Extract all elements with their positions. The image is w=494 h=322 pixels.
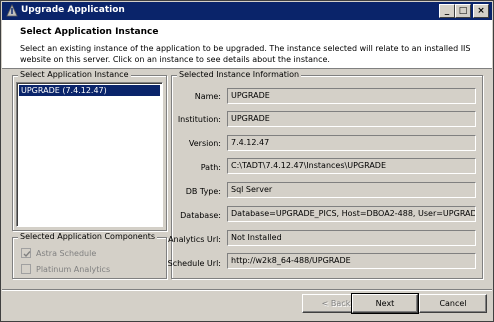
app-icon [6,4,18,17]
window-title: Upgrade Application [21,5,125,15]
db-type-label: DB Type: [185,187,221,196]
title-bar[interactable]: Upgrade Application _ □ × [2,2,492,20]
checkmark-icon [23,251,31,258]
platinum-analytics-checkbox [21,264,31,274]
maximize-button[interactable]: □ [455,4,471,18]
cancel-button[interactable]: Cancel [419,294,487,313]
wizard-header: Select Application Instance Select an ex… [2,20,492,69]
instance-info-legend: Selected Instance Information [177,70,302,79]
platinum-analytics-label: Platinum Analytics [36,265,111,274]
minimize-button[interactable]: _ [439,4,455,18]
page-description: Select an existing instance of the appli… [20,44,471,64]
footer-separator [2,289,492,291]
schedule-url-field: http://w2k8_64-488/UPGRADE [227,253,476,269]
maximize-icon: □ [458,6,468,16]
minimize-icon: _ [444,6,450,16]
astra-schedule-label: Astra Schedule [36,249,97,258]
db-type-field: Sql Server [227,182,476,198]
next-button[interactable]: Next [351,293,419,314]
close-button[interactable]: × [473,4,489,18]
path-label: Path: [200,163,221,172]
analytics-url-field: Not Installed [227,230,476,246]
instance-info-group: Selected Instance Information [171,70,483,279]
version-label: Version: [188,139,221,148]
institution-label: Institution: [177,115,221,124]
institution-field: UPGRADE [227,111,476,127]
name-field: UPGRADE [227,88,476,104]
upgrade-application-window: Upgrade Application _ □ × Select Applica… [0,0,494,322]
page-title: Select Application Instance [20,27,159,37]
name-label: Name: [194,92,221,101]
astra-schedule-checkbox [21,248,31,258]
analytics-url-label: Analytics Url: [168,235,221,244]
path-field: C:\TADT\7.4.12.47\Instances\UPGRADE [227,158,476,174]
database-label: Database: [180,211,221,220]
instance-group-legend: Select Application Instance [18,70,131,79]
close-icon: × [477,6,485,16]
schedule-url-label: Schedule Url: [167,259,221,268]
version-field: 7.4.12.47 [227,135,476,151]
instance-listbox[interactable]: UPGRADE (7.4.12.47) [16,82,163,227]
database-field: Database=UPGRADE_PICS, Host=DBOA2-488, U… [227,206,476,222]
